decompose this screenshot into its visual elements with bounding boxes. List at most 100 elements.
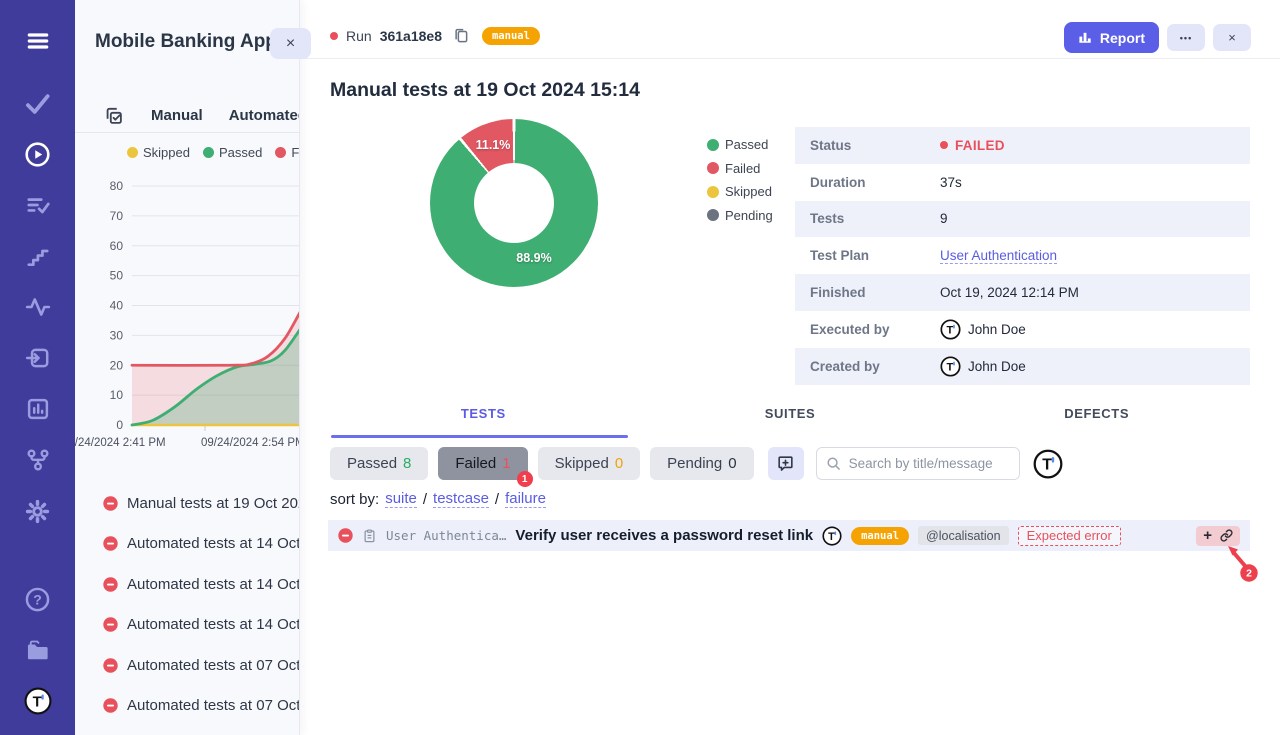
folder-icon[interactable] <box>24 636 52 664</box>
tab-manual[interactable]: Manual <box>151 107 203 124</box>
activity-icon[interactable] <box>24 293 52 321</box>
legend-pending: Pending <box>707 208 773 223</box>
test-plan-link[interactable]: User Authentication <box>940 248 1057 264</box>
drawer-tabs: Manual Automated <box>75 99 299 133</box>
more-actions-button[interactable]: ••• <box>1167 24 1205 51</box>
run-id: 361a18e8 <box>380 28 442 44</box>
user-avatar-button[interactable]: T <box>1033 449 1063 479</box>
icon-sidebar: ? T <box>0 0 75 735</box>
close-run-button[interactable]: × <box>1213 24 1251 51</box>
filter-pending[interactable]: Pending0 <box>650 447 753 480</box>
bar-chart-box-icon[interactable] <box>24 395 52 423</box>
copy-run-id-button[interactable] <box>452 27 470 45</box>
test-title[interactable]: Verify user receives a password reset li… <box>515 527 813 544</box>
play-circle-icon[interactable] <box>24 140 52 168</box>
result-donut-chart: 11.1% 88.9% <box>430 119 598 287</box>
testomat-logo[interactable]: T <box>24 687 52 715</box>
detail-row-finished: Finished Oct 19, 2024 12:14 PM <box>795 274 1250 311</box>
user-avatar: T <box>940 356 961 377</box>
failed-run-icon <box>103 536 118 551</box>
run-list-item[interactable]: Automated tests at 14 Oct 2024 <box>75 524 299 565</box>
svg-text:0: 0 <box>116 418 123 432</box>
detail-row-tests: Tests 9 <box>795 201 1250 238</box>
search-input[interactable] <box>816 447 1020 480</box>
sort-by-testcase[interactable]: testcase <box>433 490 489 508</box>
legend-passed: Passed <box>203 145 262 160</box>
run-list-item[interactable]: Manual tests at 19 Oct 2024 <box>75 483 299 524</box>
legend-failed: Failed <box>707 161 773 176</box>
sidebar-nav <box>24 89 52 525</box>
x-tick-start: 09/24/2024 2:41 PM <box>75 437 166 449</box>
expected-error-badge: Expected error <box>1018 526 1121 546</box>
tab-defects[interactable]: DEFECTS <box>943 406 1250 433</box>
log-in-icon[interactable] <box>24 344 52 372</box>
history-x-axis: 09/24/2024 2:41 PM 09/24/2024 2:54 PM <box>75 437 299 453</box>
tab-suites[interactable]: SUITES <box>637 406 944 433</box>
run-type-badge: manual <box>482 27 540 45</box>
list-check-icon[interactable] <box>24 191 52 219</box>
duration-value: 37s <box>940 175 962 190</box>
failed-run-icon <box>103 577 118 592</box>
test-tag[interactable]: @localisation <box>918 526 1009 545</box>
filter-passed[interactable]: Passed8 <box>330 447 428 480</box>
test-suite-name[interactable]: User Authentica… <box>386 528 506 543</box>
run-meta: Run 361a18e8 manual <box>330 27 540 45</box>
run-header: Run 361a18e8 manual Report ••• × <box>300 0 1280 59</box>
failed-run-icon <box>103 496 118 511</box>
copy-check-icon[interactable] <box>103 105 125 127</box>
active-tab-underline <box>331 435 628 438</box>
check-icon[interactable] <box>24 89 52 117</box>
app-root: ? T × Mobile Banking App Manual Automate… <box>0 0 1280 735</box>
finished-value: Oct 19, 2024 12:14 PM <box>940 285 1079 300</box>
failed-filter-badge: 1 <box>517 471 533 487</box>
gear-icon[interactable] <box>24 497 52 525</box>
filter-failed[interactable]: Failed11 <box>438 447 527 480</box>
comment-button[interactable] <box>768 447 804 480</box>
assignee-avatar: T <box>822 526 842 546</box>
link-issue-button[interactable] <box>1220 529 1233 542</box>
svg-text:T: T <box>946 324 953 336</box>
add-defect-button[interactable]: + <box>1203 528 1212 543</box>
run-list-item[interactable]: Automated tests at 07 Oct 2024 <box>75 645 299 686</box>
git-fork-icon[interactable] <box>24 446 52 474</box>
header-actions: Report ••• × <box>1064 22 1251 53</box>
donut-passed-label: 88.9% <box>516 251 551 265</box>
user-avatar: T <box>940 319 961 340</box>
failed-test-icon <box>338 528 353 543</box>
svg-text:?: ? <box>33 591 42 607</box>
failed-run-icon <box>103 617 118 632</box>
svg-text:T: T <box>1042 456 1052 473</box>
result-tabs: TESTS SUITES DEFECTS <box>330 406 1250 433</box>
page-title: Manual tests at 19 Oct 2024 15:14 <box>330 79 640 102</box>
menu-icon[interactable] <box>24 27 52 55</box>
project-title: Mobile Banking App <box>95 31 277 53</box>
sidebar-bottom: ? T <box>24 585 52 715</box>
run-list: Manual tests at 19 Oct 2024 Automated te… <box>75 483 299 726</box>
test-type-badge: manual <box>851 527 909 545</box>
drawer-close-button[interactable]: × <box>270 28 311 59</box>
sort-by-suite[interactable]: suite <box>385 490 417 508</box>
svg-text:30: 30 <box>110 328 124 342</box>
detail-row-created-by: Created by T John Doe <box>795 348 1250 385</box>
run-label: Run <box>346 28 372 44</box>
run-list-item[interactable]: Automated tests at 07 Oct 2024 <box>75 686 299 727</box>
report-button[interactable]: Report <box>1064 22 1159 53</box>
failed-status-dot <box>940 141 948 149</box>
status-value: FAILED <box>955 138 1005 153</box>
filter-skipped[interactable]: Skipped0 <box>538 447 641 480</box>
run-list-item[interactable]: Automated tests at 14 Oct 2024 <box>75 564 299 605</box>
help-circle-icon[interactable]: ? <box>24 585 52 613</box>
run-details-table: Status FAILED Duration 37s Tests 9 Test … <box>795 127 1250 385</box>
tab-tests[interactable]: TESTS <box>330 406 637 433</box>
donut-hole <box>474 163 554 243</box>
test-result-row[interactable]: User Authentica… Verify user receives a … <box>328 520 1250 551</box>
tab-automated[interactable]: Automated <box>229 107 299 124</box>
sort-by-failure[interactable]: failure <box>505 490 546 508</box>
svg-text:T: T <box>828 530 835 542</box>
run-list-item[interactable]: Automated tests at 14 Oct 2024 <box>75 605 299 646</box>
comment-plus-icon <box>776 454 795 473</box>
steps-icon[interactable] <box>24 242 52 270</box>
run-detail-pane: Run 361a18e8 manual Report ••• × Manual … <box>300 0 1280 735</box>
run-status-dot <box>330 32 338 40</box>
project-drawer: × Mobile Banking App Manual Automated Sk… <box>75 0 300 735</box>
